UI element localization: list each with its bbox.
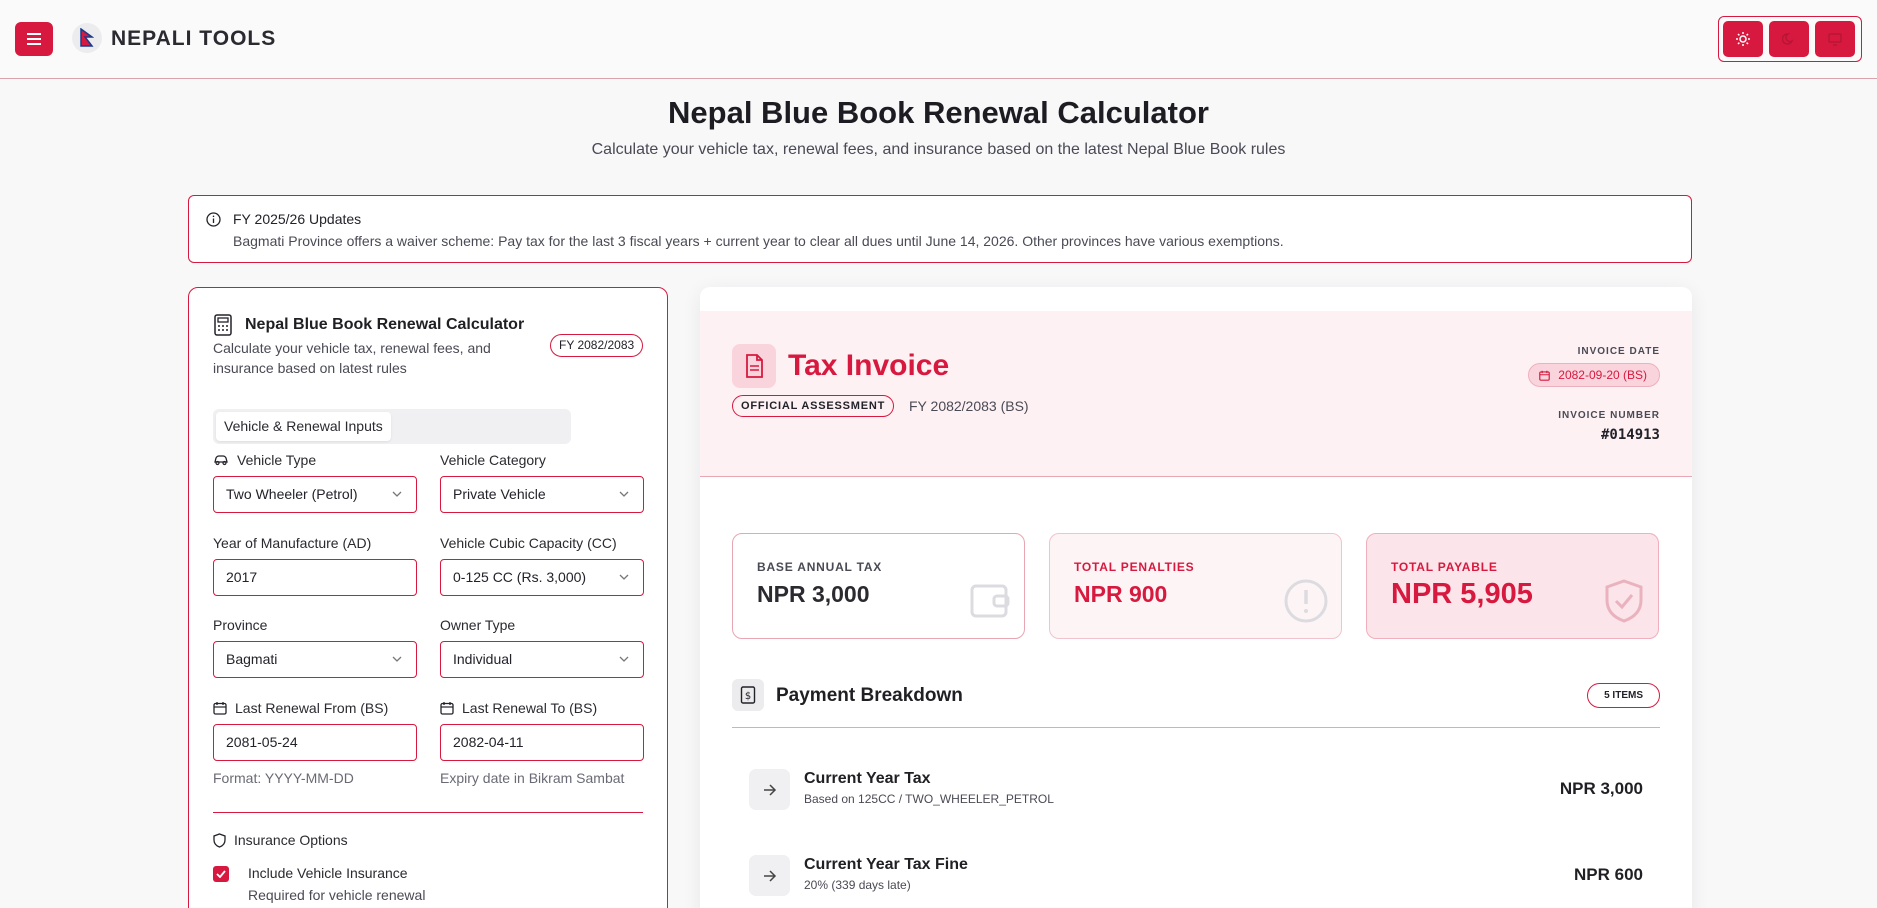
chevron-down-icon [619,574,629,580]
vehicle-type-select[interactable]: Two Wheeler (Petrol) [213,476,417,513]
alert-text: Bagmati Province offers a waiver scheme:… [233,233,1284,249]
nepal-flag-icon [80,28,94,47]
receipt-icon-box: $ [732,679,764,711]
wallet-icon [970,584,1010,618]
menu-button[interactable] [15,22,53,56]
calendar-icon [1539,370,1551,381]
section-divider [213,812,643,813]
calendar-icon [213,702,227,715]
light-theme-button[interactable] [1723,21,1763,57]
cc-label: Vehicle Cubic Capacity (CC) [440,535,617,551]
payment-breakdown-title: Payment Breakdown [776,685,963,706]
breakdown-divider [732,727,1660,728]
include-insurance-checkbox[interactable] [213,866,229,882]
dollar-receipt-icon: $ [740,686,756,704]
calendar-icon [440,702,454,715]
include-insurance-label[interactable]: Include Vehicle Insurance [248,865,408,881]
renewal-to-help: Expiry date in Bikram Sambat [440,770,625,786]
renewal-to-label: Last Renewal To (BS) [440,700,597,716]
alert-circle-icon [1284,579,1328,623]
owner-type-label: Owner Type [440,617,516,633]
province-select[interactable]: Bagmati [213,641,417,678]
calculator-icon [214,314,232,336]
invoice-icon-box [732,344,776,388]
renewal-from-help: Format: YYYY-MM-DD [213,770,354,786]
chevron-down-icon [619,656,629,662]
hamburger-icon [27,33,41,45]
vehicle-category-select[interactable]: Private Vehicle [440,476,644,513]
vehicle-type-label: Vehicle Type [213,452,316,468]
info-icon [206,212,221,227]
renewal-from-label: Last Renewal From (BS) [213,700,388,716]
tax-invoice-card: Tax Invoice OFFICIAL ASSESSMENT FY 2082/… [700,287,1692,908]
moon-icon [1782,33,1794,45]
arrow-right-icon [763,869,776,882]
stat-base-annual-tax: BASE ANNUAL TAX NPR 3,000 [732,533,1025,639]
arrow-box [749,855,790,896]
tab-vehicle-renewal-inputs[interactable]: Vehicle & Renewal Inputs [216,412,391,441]
arrow-box [749,769,790,810]
province-label: Province [213,617,268,633]
stat-total-penalties: TOTAL PENALTIES NPR 900 [1049,533,1342,639]
check-icon [216,870,226,878]
document-icon [746,354,763,378]
svg-text:$: $ [745,691,751,702]
year-input[interactable]: 2017 [213,559,417,596]
renewal-from-input[interactable]: 2081-05-24 [213,724,417,761]
fy-badge: FY 2082/2083 [550,334,644,357]
invoice-number-label: INVOICE NUMBER [1558,410,1660,421]
vehicle-category-label: Vehicle Category [440,452,546,468]
chevron-down-icon [392,491,402,497]
breakdown-item: Current Year Tax Fine 20% (339 days late… [732,845,1660,905]
calculator-subtitle: Calculate your vehicle tax, renewal fees… [213,340,491,376]
include-insurance-help: Required for vehicle renewal [248,887,426,903]
renewal-to-input[interactable]: 2082-04-11 [440,724,644,761]
dark-theme-button[interactable] [1769,21,1809,57]
alert-title: FY 2025/26 Updates [233,211,362,227]
brand-logo[interactable] [72,23,102,53]
chevron-down-icon [392,656,402,662]
invoice-fy: FY 2082/2083 (BS) [909,398,1029,414]
invoice-date-label: INVOICE DATE [1577,346,1660,357]
fy-update-alert: FY 2025/26 Updates Bagmati Province offe… [188,195,1692,263]
cc-select[interactable]: 0-125 CC (Rs. 3,000) [440,559,644,596]
breakdown-item: Current Year Tax Based on 125CC / TWO_WH… [732,759,1660,819]
system-theme-button[interactable] [1815,21,1855,57]
theme-switcher [1718,16,1862,62]
input-tabs: Vehicle & Renewal Inputs [213,409,571,444]
year-label: Year of Manufacture (AD) [213,535,372,551]
stat-total-payable: TOTAL PAYABLE NPR 5,905 [1366,533,1659,639]
calculator-title: Nepal Blue Book Renewal Calculator [245,316,525,333]
shield-check-icon [1605,579,1643,623]
chevron-down-icon [619,491,629,497]
sun-icon [1736,32,1750,46]
monitor-icon [1828,33,1842,46]
items-count-badge: 5 ITEMS [1587,683,1660,708]
insurance-options-label: Insurance Options [213,832,348,848]
shield-icon [213,832,226,848]
official-assessment-badge: OFFICIAL ASSESSMENT [732,395,895,417]
page-subtitle: Calculate your vehicle tax, renewal fees… [591,141,1286,158]
invoice-header: Tax Invoice OFFICIAL ASSESSMENT FY 2082/… [700,311,1692,477]
car-icon [214,455,228,466]
arrow-right-icon [763,783,776,796]
invoice-date-badge: 2082-09-20 (BS) [1528,363,1660,387]
page-title: Nepal Blue Book Renewal Calculator [668,95,1209,130]
top-bar: NEPALI TOOLS [0,0,1877,79]
owner-type-select[interactable]: Individual [440,641,644,678]
invoice-number: #014913 [1600,427,1660,443]
invoice-title: Tax Invoice [788,349,950,382]
calculator-card: Nepal Blue Book Renewal Calculator Calcu… [188,287,668,908]
brand-name[interactable]: NEPALI TOOLS [111,27,276,51]
